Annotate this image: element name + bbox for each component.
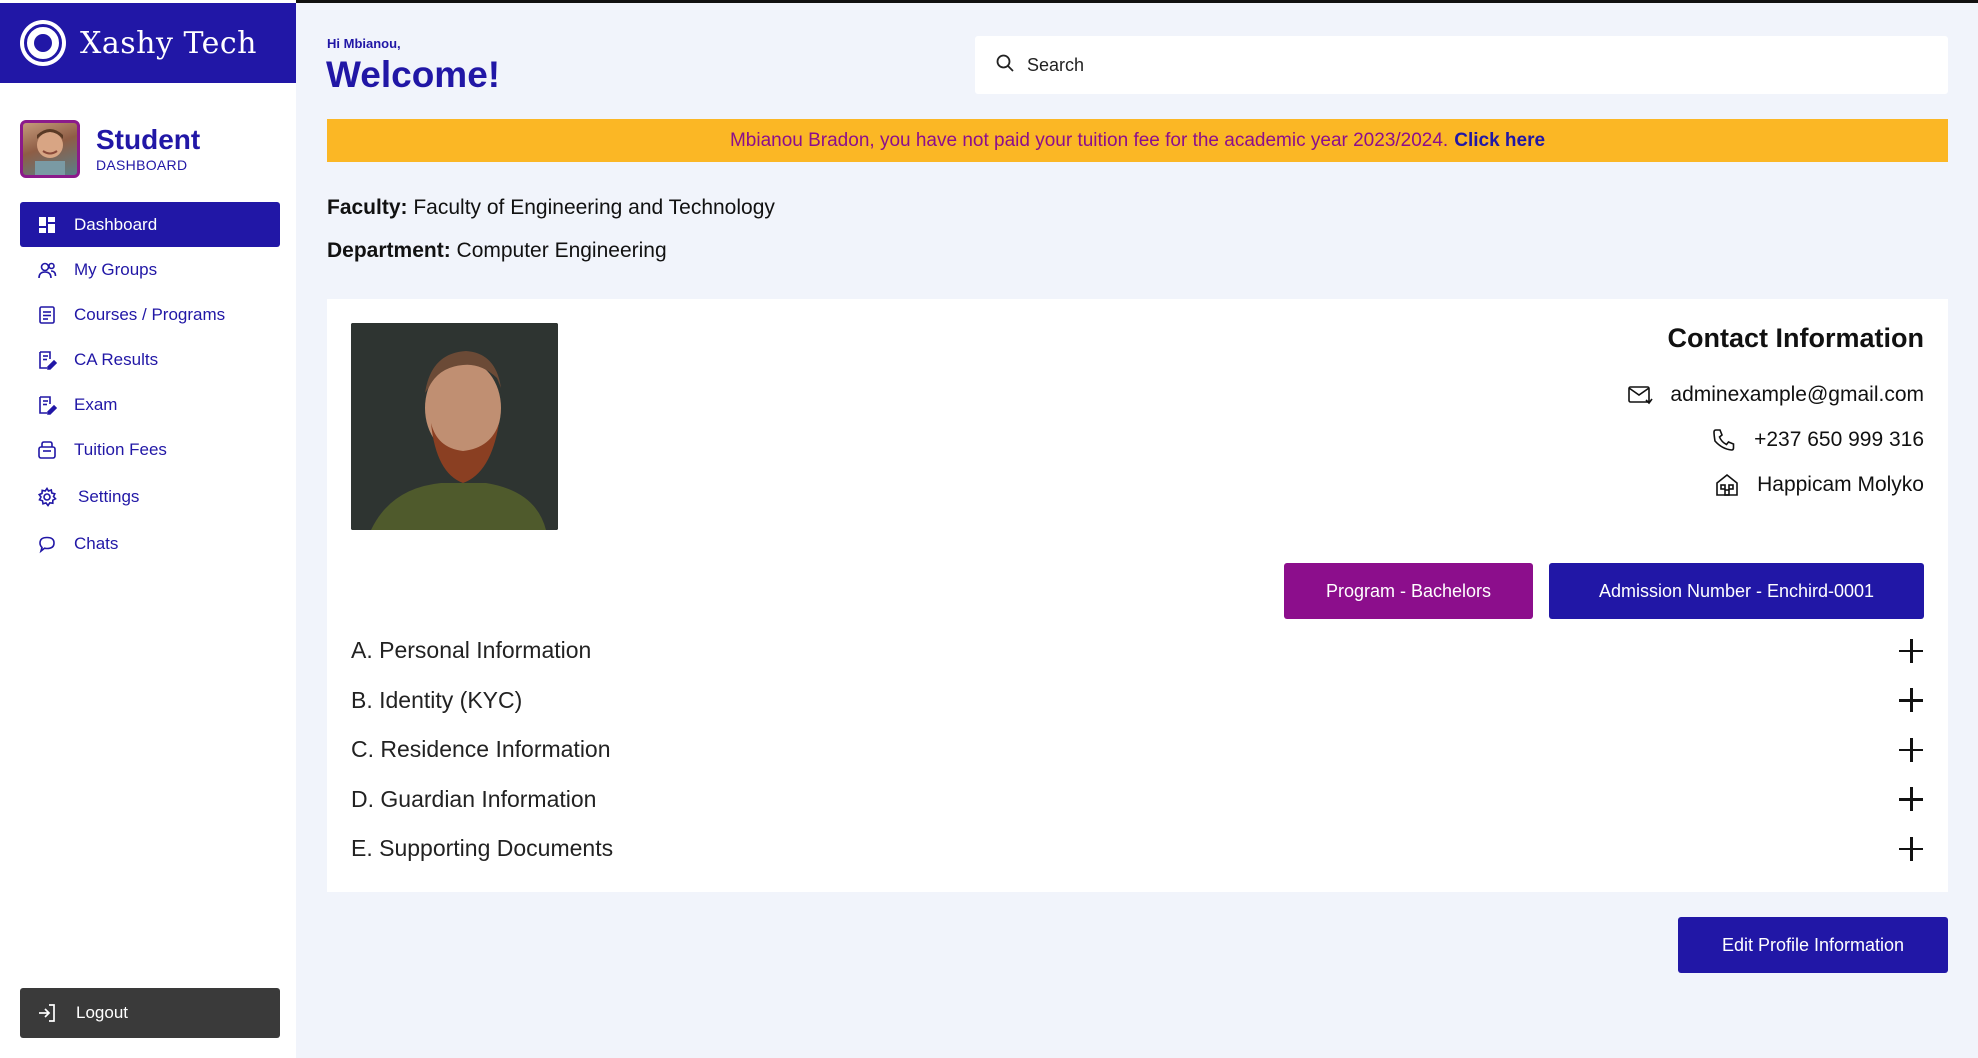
department-label: Department: — [327, 239, 451, 262]
university-logo-icon — [20, 20, 66, 66]
sidebar-nav: Dashboard My Groups Courses / Programs C… — [20, 202, 280, 566]
grid-icon — [36, 214, 58, 236]
search-input[interactable] — [1027, 54, 1827, 76]
contact-address: Happicam Molyko — [1757, 472, 1924, 496]
edit-profile-button[interactable]: Edit Profile Information — [1678, 917, 1948, 973]
section-title: D. Guardian Information — [351, 785, 597, 812]
sidebar-item-tuition-fees[interactable]: Tuition Fees — [20, 427, 280, 472]
contact-phone-row: +237 650 999 316 — [1626, 417, 1924, 462]
doc-edit-icon — [36, 349, 58, 371]
brand-name: Xashy Tech — [80, 25, 258, 61]
sidebar-item-label: Exam — [74, 394, 118, 414]
top-border — [0, 0, 1978, 3]
student-photo[interactable] — [351, 323, 558, 530]
banner-click-here-link[interactable]: Click here — [1454, 130, 1545, 152]
users-icon — [36, 259, 58, 281]
plus-icon[interactable] — [1898, 836, 1924, 862]
wallet-icon — [36, 439, 58, 461]
logout-button[interactable]: Logout — [20, 988, 280, 1038]
tuition-warning-banner: Mbianou Bradon, you have not paid your t… — [327, 119, 1948, 162]
sidebar-item-ca-results[interactable]: CA Results — [20, 337, 280, 382]
section-identity-kyc[interactable]: B. Identity (KYC) — [351, 676, 1924, 726]
contact-address-row: Happicam Molyko — [1626, 462, 1924, 507]
greeting-small: Hi Mbianou, — [327, 36, 401, 51]
contact-phone[interactable]: +237 650 999 316 — [1754, 428, 1924, 452]
search-bar — [975, 36, 1948, 94]
logout-label: Logout — [76, 1003, 128, 1022]
department-line: Department: Computer Engineering — [327, 239, 667, 263]
sidebar-item-label: Tuition Fees — [74, 439, 167, 459]
sidebar: Xashy Tech Student DASHBOARD Dashboard M… — [0, 0, 296, 1058]
contact-title: Contact Information — [1667, 323, 1925, 353]
section-title: A. Personal Information — [351, 637, 592, 664]
list-icon — [36, 304, 58, 326]
sidebar-item-label: CA Results — [74, 349, 159, 369]
sidebar-item-dashboard[interactable]: Dashboard — [20, 202, 280, 247]
sidebar-item-label: Chats — [74, 533, 119, 553]
department-value: Computer Engineering — [456, 239, 667, 262]
banner-message: Mbianou Bradon, you have not paid your t… — [729, 129, 1449, 151]
contact-email[interactable]: adminexample@gmail.com — [1670, 383, 1924, 407]
admission-number-button[interactable]: Admission Number - Enchird-0001 — [1549, 563, 1924, 619]
contact-information: Contact Information adminexample@gmail.c… — [1626, 323, 1924, 507]
plus-icon[interactable] — [1898, 638, 1924, 664]
section-title: C. Residence Information — [351, 736, 611, 763]
contact-email-row: adminexample@gmail.com — [1626, 372, 1924, 417]
mail-icon — [1626, 381, 1654, 409]
doc-edit-icon — [36, 394, 58, 416]
sidebar-item-exam[interactable]: Exam — [20, 382, 280, 427]
sidebar-item-label: Settings — [78, 486, 140, 506]
sidebar-item-label: Courses / Programs — [74, 304, 226, 324]
sidebar-item-courses[interactable]: Courses / Programs — [20, 292, 280, 337]
phone-icon — [1710, 426, 1738, 454]
profile-sections-accordion: A. Personal Information B. Identity (KYC… — [351, 626, 1924, 874]
faculty-value: Faculty of Engineering and Technology — [413, 196, 775, 219]
section-personal-information[interactable]: A. Personal Information — [351, 626, 1924, 676]
section-supporting-documents[interactable]: E. Supporting Documents — [351, 824, 1924, 874]
faculty-line: Faculty: Faculty of Engineering and Tech… — [327, 196, 775, 220]
building-icon — [1713, 471, 1741, 499]
profile-subtitle: DASHBOARD — [96, 157, 188, 173]
profile-summary: Student DASHBOARD — [20, 120, 200, 178]
plus-icon[interactable] — [1898, 687, 1924, 713]
avatar[interactable] — [20, 120, 80, 178]
sidebar-item-label: Dashboard — [74, 214, 158, 234]
section-title: B. Identity (KYC) — [351, 686, 523, 713]
gear-icon — [36, 486, 58, 508]
section-guardian-information[interactable]: D. Guardian Information — [351, 775, 1924, 825]
chat-icon — [36, 533, 58, 555]
plus-icon[interactable] — [1898, 786, 1924, 812]
program-badge-button[interactable]: Program - Bachelors — [1284, 563, 1533, 619]
section-title: E. Supporting Documents — [351, 835, 614, 862]
section-residence-information[interactable]: C. Residence Information — [351, 725, 1924, 775]
sidebar-item-my-groups[interactable]: My Groups — [20, 247, 280, 292]
profile-card: Contact Information adminexample@gmail.c… — [327, 299, 1948, 892]
sidebar-item-label: My Groups — [74, 259, 158, 279]
page-title: Welcome! — [326, 54, 501, 95]
profile-role: Student — [96, 124, 201, 155]
sidebar-item-chats[interactable]: Chats — [20, 521, 280, 566]
brand-header[interactable]: Xashy Tech — [0, 3, 296, 83]
faculty-label: Faculty: — [327, 196, 408, 219]
search-icon — [995, 53, 1015, 78]
logout-icon — [36, 1002, 58, 1024]
sidebar-item-settings[interactable]: Settings — [20, 472, 280, 521]
plus-icon[interactable] — [1898, 737, 1924, 763]
